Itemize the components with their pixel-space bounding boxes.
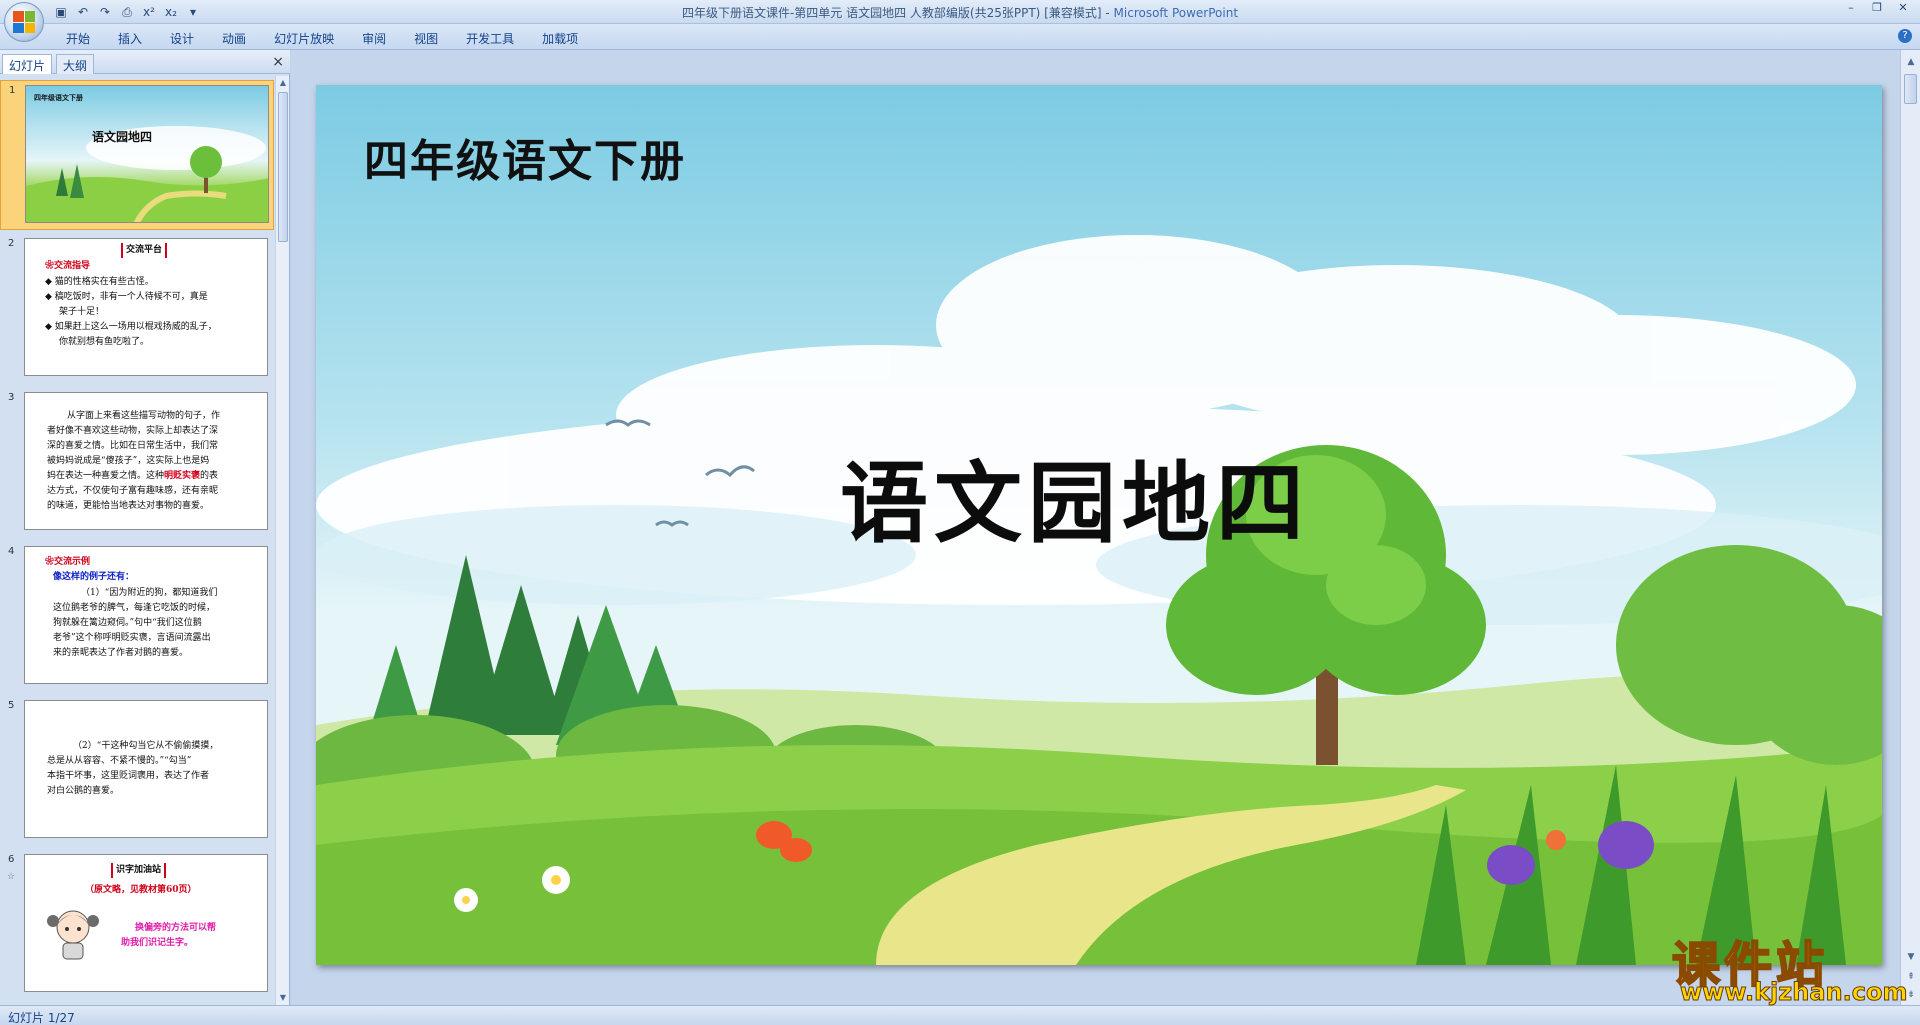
tab-insert[interactable]: 插入 [104,28,156,49]
tab-slideshow[interactable]: 幻灯片放映 [260,28,348,49]
scroll-thumb[interactable] [1904,74,1917,104]
window-controls: – ❐ ✕ [1838,0,1916,18]
office-button[interactable] [4,2,44,42]
watermark-logo: 课件站 www.kjzhan.com [1670,925,1910,1007]
help-icon[interactable]: ? [1898,29,1912,43]
slide-thumbnail-6[interactable]: 6 ☆ 识字加油站 （原文略，见教材第60页） 换偏旁的方法可以帮 助我们识记生… [0,850,274,1000]
thumb-line: 这位鹅老爷的脾气，每逢它吃饭的时候， [53,603,216,613]
tab-design[interactable]: 设计 [156,28,208,49]
tab-view[interactable]: 视图 [400,28,452,49]
thumb-subheader: ❀交流示例 [45,557,91,567]
thumb-header: 交流平台 [121,243,168,258]
tab-home[interactable]: 开始 [52,28,104,49]
thumb-line: （2）“干这种勾当它从不偷偷摸摸， [73,741,219,751]
slide-editor: 四年级语文下册 语文园地四 [291,50,1900,1005]
thumbnail-image: ❀交流示例 像这样的例子还有： （1）“因为附近的狗，都知道我们 这位鹅老爷的脾… [24,546,268,684]
slide-number: 5 [8,700,15,711]
status-bar: 幻灯片 1/27 [0,1005,1920,1025]
scroll-up-icon[interactable]: ▲ [1901,54,1920,70]
office-logo-icon [13,11,35,33]
thumb-text: 的表 [200,471,219,481]
thumb-line: 来的亲昵表达了作者对鹅的喜爱。 [53,648,189,658]
title-bar: ▣ ↶ ↷ ⎙ x² x₂ ▾ 四年级下册语文课件-第四单元 语文园地四 人教部… [0,0,1920,24]
slide-counter: 幻灯片 1/27 [8,1011,75,1025]
close-icon[interactable]: ✕ [1890,0,1916,18]
slide-title[interactable]: 语文园地四 [840,433,1310,560]
panel-close-icon[interactable]: × [272,54,284,70]
thumb-line: 总是从从容容、不紧不慢的。”“勾当” [47,756,192,766]
minimize-icon[interactable]: – [1838,0,1864,18]
thumb-line: 的味道，更能恰当地表达对事物的喜爱。 [47,501,210,511]
thumb-magenta-line: 换偏旁的方法可以帮 [135,923,217,933]
tab-outline[interactable]: 大纲 [56,54,95,74]
animation-star-icon: ☆ [7,872,16,882]
tab-addins[interactable]: 加载项 [528,28,592,49]
thumb-line: 架子十足！ [59,307,105,317]
ribbon-tabs: 开始 插入 设计 动画 幻灯片放映 审阅 视图 开发工具 加载项 [52,28,592,49]
slide-thumbnail-1[interactable]: 1 四年级语文下册 语文园地四 [0,80,274,230]
thumb-title-small: 四年级语文下册 [34,93,83,102]
thumb-line: 者好像不喜欢这些动物，实际上却表达了深 [47,426,219,436]
thumb-header: 识字加油站 [111,863,167,878]
thumb-highlight: 明贬实褒 [164,471,201,481]
thumbnail-list: 1 四年级语文下册 语文园地四 2 交流平台 ❀交流指导 ◆ 猫的性格实在有些古… [0,76,274,1005]
thumb-title-big: 语文园地四 [92,130,153,144]
thumb-text: 妈在表达一种喜爱之情。这种 [47,471,165,481]
slide-number: 4 [8,546,15,557]
tab-review[interactable]: 审阅 [348,28,400,49]
thumbnail-image: 从字面上来看这些描写动物的句子，作 者好像不喜欢这些动物，实际上却表达了深 深的… [24,392,268,530]
slide-number: 3 [8,392,15,403]
window-title: 四年级下册语文课件-第四单元 语文园地四 人教部编版(共25张PPT) [兼容模… [681,6,1239,20]
thumb-line: 狗就躲在篱边窥伺。”句中“我们这位鹅 [53,618,202,628]
watermark-url: www.kjzhan.com [1679,978,1908,1007]
thumb-line: 你就别想有鱼吃啦了。 [59,337,150,347]
scroll-thumb[interactable] [278,92,288,242]
thumb-blue-line: 像这样的例子还有： [53,572,135,582]
slide-thumbnail-5[interactable]: 5 （2）“干这种勾当它从不偷偷摸摸， 总是从从容容、不紧不慢的。”“勾当” 本… [0,696,274,846]
thumb-line: ◆ 猫的性格实在有些古怪。 [45,277,154,287]
slide-number: 2 [8,238,15,249]
thumbnail-image: 识字加油站 （原文略，见教材第60页） 换偏旁的方法可以帮 助我们识记生字。 [24,854,268,992]
slide-thumbnail-3[interactable]: 3 从字面上来看这些描写动物的句子，作 者好像不喜欢这些动物，实际上却表达了深 … [0,388,274,538]
ribbon: 开始 插入 设计 动画 幻灯片放映 审阅 视图 开发工具 加载项 ? [0,24,1920,50]
thumb-line: ◆ 如果赶上这么一场用以棍戏扬威的乱子， [45,322,217,332]
thumbnail-image: 四年级语文下册 语文园地四 [25,85,269,223]
slide-subtitle[interactable]: 四年级语文下册 [364,125,686,189]
thumb-line: 本指干坏事，这里贬词褒用，表达了作者 [47,771,210,781]
restore-icon[interactable]: ❐ [1864,0,1890,18]
editor-scrollbar[interactable]: ▲ ▼ ⇞ ⇟ [1900,50,1920,1005]
thumb-line: 妈在表达一种喜爱之情。这种明贬实褒的表 [47,469,218,484]
current-slide[interactable]: 四年级语文下册 语文园地四 [316,85,1882,965]
tab-animation[interactable]: 动画 [208,28,260,49]
thumb-line: 被妈妈说成是“傻孩子”，这实际上也是妈 [47,456,210,466]
thumb-line: （1）“因为附近的狗，都知道我们 [81,588,218,598]
slides-panel: 幻灯片 大纲 × 1 四年级语文下册 语文园地四 2 交流平台 ❀交流指导 ◆ … [0,50,290,1005]
panel-tabs: 幻灯片 大纲 × [0,50,290,74]
thumbnail-landscape [26,126,268,222]
tab-slides[interactable]: 幻灯片 [2,54,53,74]
app-name: Microsoft PowerPoint [1113,6,1239,20]
thumb-line: 老爷”这个称呼明贬实褒，言语间流露出 [53,633,211,643]
scroll-up-icon[interactable]: ▲ [276,76,290,90]
thumbnail-image: （2）“干这种勾当它从不偷偷摸摸， 总是从从容容、不紧不慢的。”“勾当” 本指干… [24,700,268,838]
document-title: 四年级下册语文课件-第四单元 语文园地四 人教部编版(共25张PPT) [兼容模… [681,6,1102,20]
thumbnail-image: 交流平台 ❀交流指导 ◆ 猫的性格实在有些古怪。 ◆ 稿吃饭时，非有一个人待候不… [24,238,268,376]
thumb-line: 对白公鹅的喜爱。 [47,786,120,796]
girl-illustration-icon [47,910,99,960]
slide-thumbnail-4[interactable]: 4 ❀交流示例 像这样的例子还有： （1）“因为附近的狗，都知道我们 这位鹅老爷… [0,542,274,692]
thumb-line: 从字面上来看这些描写动物的句子，作 [67,411,221,421]
slide-thumbnail-2[interactable]: 2 交流平台 ❀交流指导 ◆ 猫的性格实在有些古怪。 ◆ 稿吃饭时，非有一个人待… [0,234,274,384]
thumb-line: 达方式，不仅使句子富有趣味感，还有亲昵 [47,486,219,496]
thumb-line: 深的喜爱之情。比如在日常生活中，我们常 [47,441,219,451]
scroll-down-icon[interactable]: ▼ [276,991,290,1005]
thumb-red-line: （原文略，见教材第60页） [85,885,197,895]
slide-number: 1 [9,85,16,96]
thumb-magenta-line: 助我们识记生字。 [121,938,194,948]
slide-number: 6 [8,854,15,865]
thumb-subheader: ❀交流指导 [45,261,91,271]
panel-scrollbar[interactable]: ▲ ▼ [275,76,289,1005]
thumb-line: ◆ 稿吃饭时，非有一个人待候不可，真是 [45,292,208,302]
tab-developer[interactable]: 开发工具 [452,28,528,49]
